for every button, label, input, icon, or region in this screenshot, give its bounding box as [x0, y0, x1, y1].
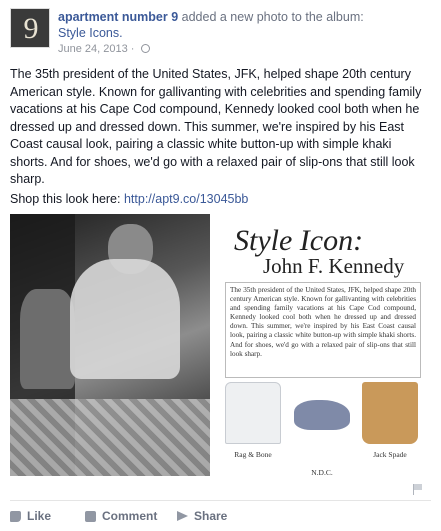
like-button[interactable]: Like	[10, 509, 51, 523]
comment-button[interactable]: Comment	[85, 509, 157, 523]
post-header-text: apartment number 9 added a new photo to …	[58, 9, 428, 41]
share-label: Share	[194, 509, 228, 523]
style-icon-panel: Style Icon: John F. Kennedy The 35th pre…	[215, 214, 431, 477]
avatar[interactable]: 9	[10, 8, 50, 48]
share-button[interactable]: Share	[177, 509, 227, 523]
jfk-photograph	[10, 214, 210, 476]
shop-link[interactable]: http://apt9.co/13045bb	[124, 192, 248, 206]
comment-label: Comment	[102, 509, 158, 523]
product-caption: Jack Spade	[373, 450, 407, 459]
photo-rug	[10, 399, 210, 476]
product-shoes: N.D.C.	[294, 382, 350, 477]
post-date[interactable]: June 24, 2013 ·	[58, 43, 138, 55]
author-link[interactable]: apartment number 9	[58, 10, 178, 24]
comment-icon	[85, 510, 96, 522]
product-shorts: Jack Spade	[362, 382, 418, 459]
style-icon-description: The 35th president of the United States,…	[225, 282, 421, 378]
share-arrow-icon	[177, 511, 188, 521]
post-meta: June 24, 2013 ·	[58, 43, 150, 55]
product-shirt: Rag & Bone	[225, 382, 281, 459]
shorts-image	[362, 382, 418, 444]
post-body: The 35th president of the United States,…	[10, 67, 422, 186]
post-header: 9 apartment number 9 added a new photo t…	[10, 8, 430, 55]
like-label: Like	[27, 509, 52, 523]
product-caption: N.D.C.	[311, 468, 333, 477]
style-icon-title: Style Icon:	[234, 224, 364, 257]
thumbs-up-icon	[10, 510, 21, 522]
divider	[10, 500, 431, 501]
post-photo[interactable]: Style Icon: John F. Kennedy The 35th pre…	[10, 214, 431, 477]
action-bar: Like Comment Share	[10, 509, 431, 527]
globe-icon[interactable]	[140, 44, 150, 53]
photo-woman-figure	[20, 289, 75, 389]
avatar-logo: 9	[23, 12, 39, 45]
shoes-image	[294, 400, 350, 430]
photo-man-shirt	[70, 259, 180, 379]
flag-icon[interactable]	[413, 484, 423, 495]
product-caption: Rag & Bone	[234, 450, 272, 459]
shop-line: Shop this look here: http://apt9.co/1304…	[10, 192, 248, 206]
album-link[interactable]: Style Icons.	[58, 25, 428, 41]
shop-label: Shop this look here:	[10, 192, 124, 206]
shirt-image	[225, 382, 281, 444]
post-action-text: added a new photo to the album:	[178, 10, 364, 24]
style-icon-name: John F. Kennedy	[263, 254, 405, 278]
